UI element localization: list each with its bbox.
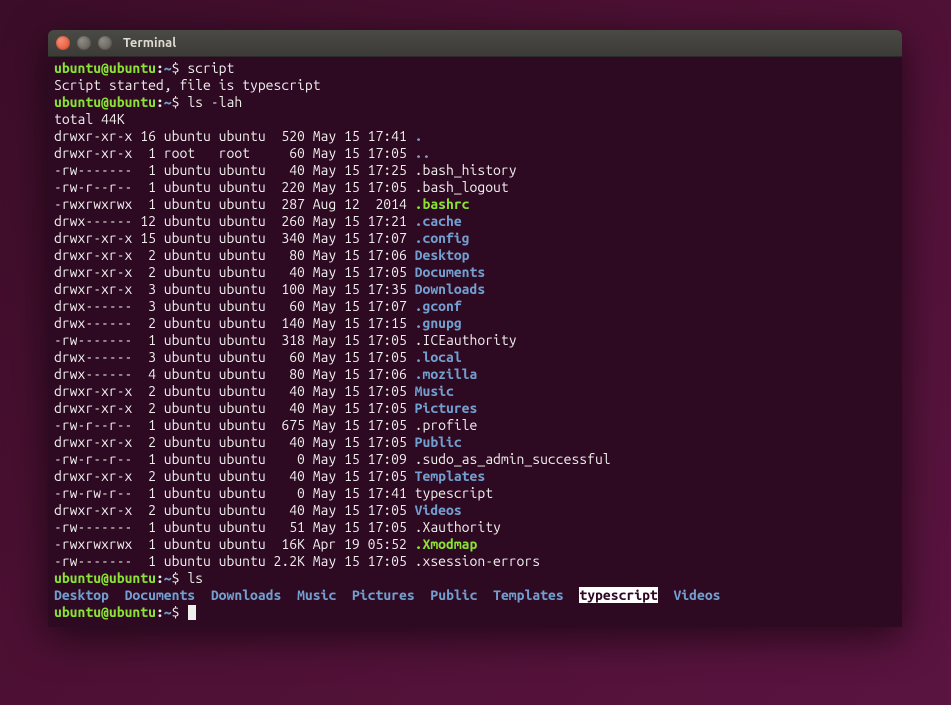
file-name: typescript [415,485,493,501]
ls-item: Pictures [352,587,415,603]
file-listing-row: -rwxrwxrwx 1 ubuntu ubuntu 16K Apr 19 05… [54,536,896,553]
file-listing-row: -rwxrwxrwx 1 ubuntu ubuntu 287 Aug 12 20… [54,196,896,213]
ls-output-line: Desktop Documents Downloads Music Pictur… [54,587,896,604]
file-listing-row: drwxr-xr-x 1 root root 60 May 15 17:05 .… [54,145,896,162]
prompt-colon: : [156,60,164,76]
file-listing-row: drwxr-xr-x 2 ubuntu ubuntu 40 May 15 17:… [54,468,896,485]
file-name: Videos [415,502,462,518]
file-name: Music [415,383,454,399]
file-listing-row: drwx------ 12 ubuntu ubuntu 260 May 15 1… [54,213,896,230]
file-name: .ICEauthority [415,332,517,348]
file-name: .gconf [415,298,462,314]
minimize-icon[interactable] [77,36,91,50]
ls-item: typescript [579,587,657,603]
file-listing-row: drwxr-xr-x 2 ubuntu ubuntu 40 May 15 17:… [54,264,896,281]
command-text: ls [187,570,203,586]
file-listing-row: drwxr-xr-x 2 ubuntu ubuntu 40 May 15 17:… [54,400,896,417]
close-icon[interactable] [56,36,70,50]
file-name: .profile [415,417,478,433]
file-name: .local [415,349,462,365]
file-name: .gnupg [415,315,462,331]
file-name: Templates [415,468,486,484]
file-listing-row: drwx------ 4 ubuntu ubuntu 80 May 15 17:… [54,366,896,383]
file-name: .bash_logout [415,179,509,195]
prompt-at: @ [101,60,109,76]
file-name: .xsession-errors [415,553,540,569]
terminal-line: Script started, file is typescript [54,77,896,94]
file-name: .bashrc [415,196,470,212]
file-listing-row: -rw-r--r-- 1 ubuntu ubuntu 220 May 15 17… [54,179,896,196]
file-name: Public [415,434,462,450]
ls-item: Downloads [211,587,282,603]
file-listing-row: drwx------ 3 ubuntu ubuntu 60 May 15 17:… [54,349,896,366]
file-listing-row: -rw------- 1 ubuntu ubuntu 318 May 15 17… [54,332,896,349]
maximize-icon[interactable] [98,36,112,50]
ls-item: Public [430,587,477,603]
file-listing-row: drwxr-xr-x 2 ubuntu ubuntu 40 May 15 17:… [54,383,896,400]
file-listing-row: drwxr-xr-x 2 ubuntu ubuntu 80 May 15 17:… [54,247,896,264]
cursor-icon [188,605,196,620]
file-listing-row: drwxr-xr-x 2 ubuntu ubuntu 40 May 15 17:… [54,434,896,451]
ls-item: Documents [125,587,196,603]
file-listing-row: -rw------- 1 ubuntu ubuntu 40 May 15 17:… [54,162,896,179]
file-listing-row: drwxr-xr-x 16 ubuntu ubuntu 520 May 15 1… [54,128,896,145]
file-listing-row: -rw------- 1 ubuntu ubuntu 2.2K May 15 1… [54,553,896,570]
file-name: . [415,128,423,144]
terminal-window: Terminal ubuntu@ubuntu:~$ script Script … [48,30,902,627]
ls-item: Desktop [54,587,109,603]
terminal-line: ubuntu@ubuntu:~$ ls [54,570,896,587]
window-title: Terminal [123,36,176,50]
file-listing: drwxr-xr-x 16 ubuntu ubuntu 520 May 15 1… [54,128,896,570]
ls-item: Templates [493,587,564,603]
file-listing-row: drwx------ 3 ubuntu ubuntu 60 May 15 17:… [54,298,896,315]
file-listing-row: drwxr-xr-x 3 ubuntu ubuntu 100 May 15 17… [54,281,896,298]
command-text: script [187,60,234,76]
prompt-path: ~ [164,60,172,76]
file-name: Desktop [415,247,470,263]
file-listing-row: -rw-rw-r-- 1 ubuntu ubuntu 0 May 15 17:4… [54,485,896,502]
titlebar[interactable]: Terminal [48,30,902,57]
ls-item: Music [297,587,336,603]
file-listing-row: -rw-r--r-- 1 ubuntu ubuntu 0 May 15 17:0… [54,451,896,468]
file-listing-row: drwx------ 2 ubuntu ubuntu 140 May 15 17… [54,315,896,332]
file-name: .cache [415,213,462,229]
file-name: Pictures [415,400,478,416]
command-text: ls -lah [187,94,242,110]
terminal-line: ubuntu@ubuntu:~$ ls -lah [54,94,896,111]
prompt-host: ubuntu [109,60,156,76]
file-name: .sudo_as_admin_successful [415,451,611,467]
terminal-line[interactable]: ubuntu@ubuntu:~$ [54,604,896,621]
ls-item: Videos [673,587,720,603]
file-name: .Xauthority [415,519,501,535]
file-name: .bash_history [415,162,517,178]
file-name: .mozilla [415,366,478,382]
file-listing-row: -rw------- 1 ubuntu ubuntu 51 May 15 17:… [54,519,896,536]
file-name: Downloads [415,281,486,297]
file-listing-row: -rw-r--r-- 1 ubuntu ubuntu 675 May 15 17… [54,417,896,434]
file-listing-row: drwxr-xr-x 15 ubuntu ubuntu 340 May 15 1… [54,230,896,247]
prompt-user: ubuntu [54,60,101,76]
terminal-line: ubuntu@ubuntu:~$ script [54,60,896,77]
terminal-line: total 44K [54,111,896,128]
file-name: .Xmodmap [415,536,478,552]
terminal-body[interactable]: ubuntu@ubuntu:~$ script Script started, … [48,57,902,627]
file-name: .. [415,145,431,161]
file-name: Documents [415,264,486,280]
file-name: .config [415,230,470,246]
file-listing-row: drwxr-xr-x 2 ubuntu ubuntu 40 May 15 17:… [54,502,896,519]
